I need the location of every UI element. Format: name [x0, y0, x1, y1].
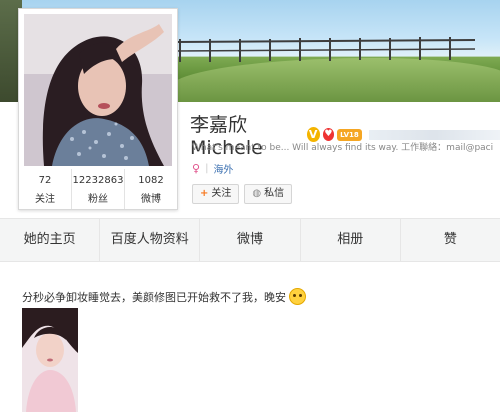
stat-following-label: 关注: [35, 194, 55, 205]
profile-intro: What's meant to be... Will always find i…: [192, 143, 494, 153]
message-button[interactable]: ◍ 私信: [244, 184, 293, 204]
profile-card: 72 关注 12232863 粉丝 1082 微博: [18, 8, 178, 210]
avatar-photo: [24, 14, 172, 166]
plus-icon: +: [200, 188, 209, 199]
tab-weibo[interactable]: 微博: [199, 219, 299, 261]
profile-tabs: 她的主页 百度人物资料 微博 相册 赞: [0, 218, 500, 262]
stat-following[interactable]: 72 关注: [19, 169, 71, 209]
avatar[interactable]: [24, 14, 172, 166]
tab-home[interactable]: 她的主页: [0, 219, 99, 261]
cover-hill: [170, 58, 500, 102]
location-link[interactable]: 海外: [213, 161, 233, 176]
cover-fence: [175, 37, 475, 62]
location-row: ♀ | 海外: [192, 161, 233, 176]
stat-followers-count: 12232863: [72, 175, 124, 186]
tab-likes[interactable]: 赞: [399, 219, 500, 261]
tab-baidu-profile[interactable]: 百度人物资料: [99, 219, 199, 261]
message-label: 私信: [264, 188, 285, 199]
message-icon: ◍: [252, 188, 262, 199]
post-image[interactable]: [22, 308, 78, 412]
post: 分秒必争卸妆睡觉去，美颜修图已开始救不了我，晚安: [22, 288, 306, 305]
action-buttons: + 关注 ◍ 私信: [192, 184, 293, 204]
stat-posts[interactable]: 1082 微博: [124, 169, 177, 209]
kiss-emoji-icon: [289, 288, 306, 305]
follow-label: 关注: [211, 188, 232, 199]
post-photo: [22, 308, 78, 412]
divider: |: [205, 163, 209, 174]
profile-stats: 72 关注 12232863 粉丝 1082 微博: [19, 169, 177, 209]
stat-following-count: 72: [38, 175, 52, 186]
stat-followers-label: 粉丝: [88, 194, 108, 205]
stat-followers[interactable]: 12232863 粉丝: [71, 169, 124, 209]
follow-button[interactable]: + 关注: [192, 184, 240, 204]
stat-posts-count: 1082: [138, 175, 164, 186]
blurred-badges: [368, 129, 500, 140]
post-text: 分秒必争卸妆睡觉去，美颜修图已开始救不了我，晚安: [22, 290, 286, 304]
tab-album[interactable]: 相册: [299, 219, 400, 261]
stat-posts-label: 微博: [141, 194, 161, 205]
level-badge[interactable]: LV18: [337, 128, 362, 141]
location-pin-icon: ♀: [192, 162, 201, 175]
